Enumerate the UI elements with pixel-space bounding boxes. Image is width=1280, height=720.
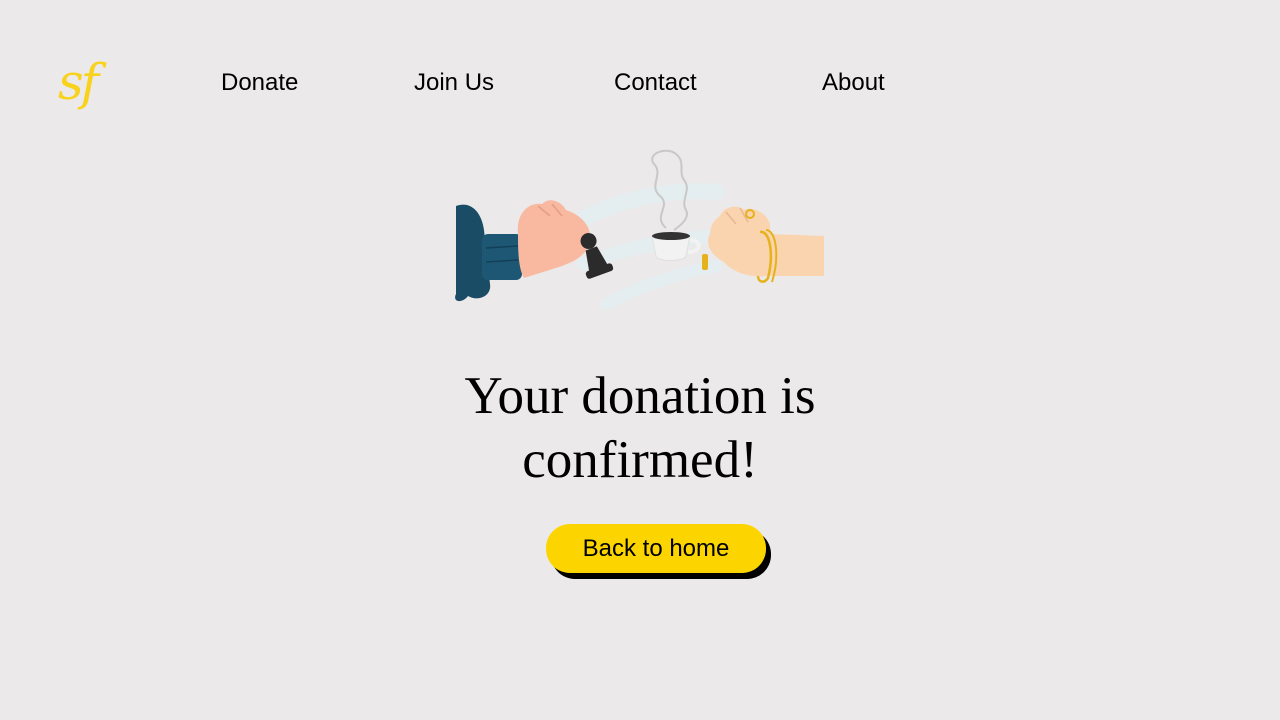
back-to-home-button[interactable]: Back to home <box>546 524 766 573</box>
nav-join-us[interactable]: Join Us <box>414 68 494 98</box>
hands-chess-coffee-illustration <box>455 149 824 310</box>
nav-about[interactable]: About <box>822 68 885 98</box>
logo[interactable]: sf <box>58 52 99 112</box>
heading-line-2: confirmed! <box>522 431 758 489</box>
right-hand <box>702 206 824 283</box>
back-to-home-button-wrapper: Back to home <box>546 524 772 580</box>
nav-contact[interactable]: Contact <box>614 68 697 98</box>
heading-line-1: Your donation is <box>464 367 816 425</box>
confirmation-heading: Your donation is confirmed! <box>400 364 880 492</box>
left-sleeve <box>455 204 522 302</box>
nav-donate[interactable]: Donate <box>221 68 298 98</box>
